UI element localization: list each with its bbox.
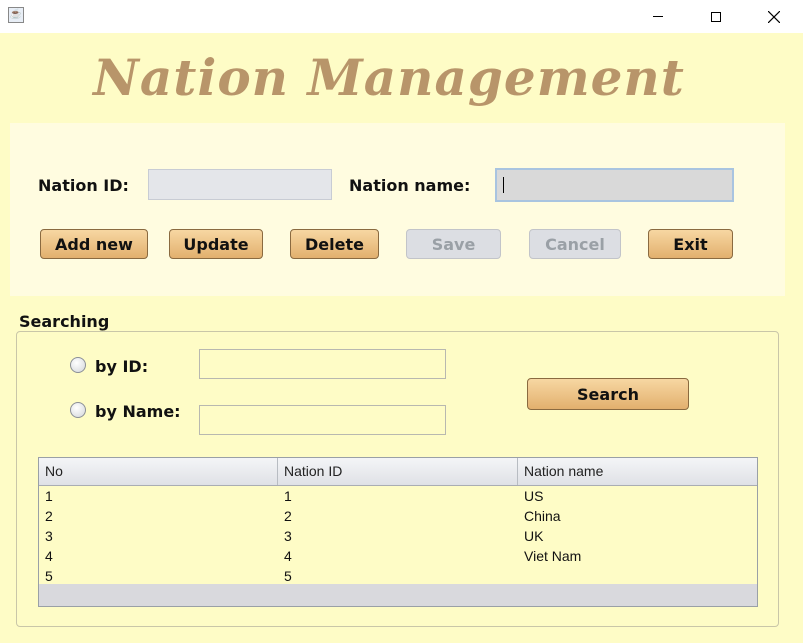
minimize-button[interactable]: [635, 0, 681, 33]
table-row[interactable]: 1 1 US: [39, 486, 757, 506]
exit-button[interactable]: Exit: [648, 229, 733, 259]
cell-nation-id: 3: [284, 528, 292, 544]
column-header-no[interactable]: No: [39, 458, 278, 485]
column-header-nation-name[interactable]: Nation name: [518, 458, 757, 485]
maximize-icon: [711, 11, 721, 22]
cell-nation-name: US: [524, 488, 544, 504]
cell-nation-id: 1: [284, 488, 292, 504]
cell-no: 4: [45, 548, 53, 564]
app-title: Nation Management: [93, 48, 685, 107]
table-row[interactable]: 5 5: [39, 566, 757, 586]
close-button[interactable]: [751, 0, 797, 33]
nation-id-field[interactable]: [148, 169, 332, 200]
cell-nation-name: Viet Nam: [524, 548, 582, 564]
input-panel: Nation ID: Nation name: Add new Update D…: [10, 123, 785, 296]
by-name-label: by Name:: [95, 402, 181, 421]
java-cup-icon[interactable]: ☕: [8, 7, 24, 23]
table-row[interactable]: 4 4 Viet Nam: [39, 546, 757, 566]
cell-nation-name: China: [524, 508, 561, 524]
window-titlebar: ☕: [0, 0, 803, 33]
table-row[interactable]: 2 2 China: [39, 506, 757, 526]
cancel-button[interactable]: Cancel: [529, 229, 621, 259]
text-caret: [503, 177, 504, 193]
cell-nation-id: 5: [284, 568, 292, 584]
column-header-nation-id[interactable]: Nation ID: [278, 458, 518, 485]
nation-name-label: Nation name:: [349, 176, 471, 195]
save-button[interactable]: Save: [406, 229, 501, 259]
update-button[interactable]: Update: [169, 229, 263, 259]
table-body: 1 1 US 2 2 China 3 3 UK 4 4 Viet Nam 5 5: [39, 486, 757, 584]
table-row[interactable]: 3 3 UK: [39, 526, 757, 546]
cell-no: 2: [45, 508, 53, 524]
cell-nation-name: UK: [524, 528, 544, 544]
search-button[interactable]: Search: [527, 378, 689, 410]
nation-name-field[interactable]: [495, 168, 734, 202]
minimize-icon: [653, 16, 663, 17]
cell-no: 3: [45, 528, 53, 544]
cell-nation-id: 4: [284, 548, 292, 564]
by-name-radio[interactable]: [70, 402, 86, 418]
nation-table: No Nation ID Nation name 1 1 US 2 2 Chin…: [38, 457, 758, 607]
cell-nation-id: 2: [284, 508, 292, 524]
search-id-input[interactable]: [199, 349, 446, 379]
searching-title: Searching: [19, 312, 110, 331]
table-header: No Nation ID Nation name: [39, 458, 757, 486]
add-new-button[interactable]: Add new: [40, 229, 148, 259]
cell-no: 5: [45, 568, 53, 584]
cell-no: 1: [45, 488, 53, 504]
by-id-radio[interactable]: [70, 357, 86, 373]
search-name-input[interactable]: [199, 405, 446, 435]
by-id-label: by ID:: [95, 357, 149, 376]
delete-button[interactable]: Delete: [290, 229, 379, 259]
close-icon: [768, 10, 780, 23]
maximize-button[interactable]: [693, 0, 739, 33]
nation-id-label: Nation ID:: [38, 176, 129, 195]
